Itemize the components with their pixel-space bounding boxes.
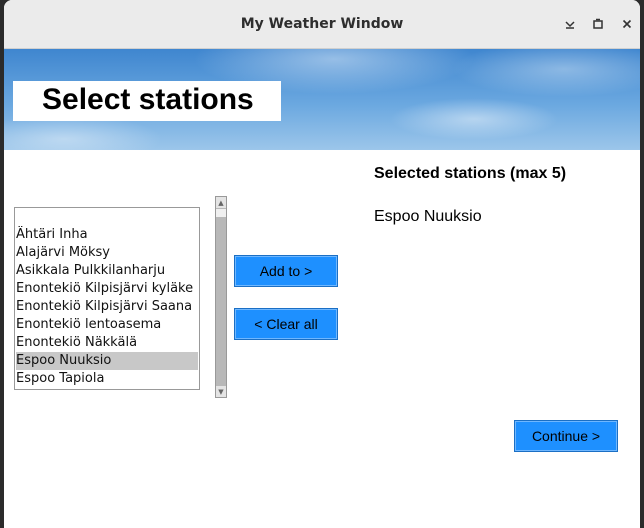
selected-station-item[interactable]: Espoo Nuuksio (374, 208, 482, 226)
selected-stations-heading: Selected stations (max 5) (374, 165, 567, 182)
scroll-up-icon[interactable]: ▲ (216, 197, 226, 208)
scroll-down-icon[interactable]: ▼ (216, 386, 226, 397)
minimize-icon[interactable] (560, 14, 580, 34)
page-title: Select stations (42, 83, 254, 116)
close-icon[interactable] (617, 14, 637, 34)
station-listbox[interactable]: Ähtäri Inha Alajärvi Möksy Asikkala Pulk… (14, 207, 200, 390)
list-item[interactable]: Alajärvi Möksy (16, 244, 198, 262)
add-to-button[interactable]: Add to > (234, 255, 338, 287)
window-title: My Weather Window (240, 16, 404, 32)
list-item[interactable]: Asikkala Pulkkilanharju (16, 262, 198, 280)
list-item[interactable]: Enontekiö Näkkälä (16, 334, 198, 352)
list-item-selected[interactable]: Espoo Nuuksio (16, 352, 198, 370)
banner-title-box: Select stations (13, 81, 281, 121)
station-list-scrollbar[interactable]: ▲ ▼ (215, 196, 227, 398)
clear-all-button[interactable]: < Clear all (234, 308, 338, 340)
list-item[interactable]: Enontekiö Kilpisjärvi Saana (16, 298, 198, 316)
app-window: My Weather Window Select stations Ähtäri… (4, 0, 640, 528)
header-banner: Select stations (4, 49, 640, 150)
list-item[interactable]: Enontekiö Kilpisjärvi kyläke (16, 280, 198, 298)
list-item[interactable]: Espoo Tapiola (16, 370, 198, 388)
scrollbar-thumb[interactable] (216, 209, 226, 217)
title-bar: My Weather Window (4, 0, 640, 49)
maximize-icon[interactable] (588, 14, 608, 34)
list-item[interactable]: Enontekiö lentoasema (16, 316, 198, 334)
continue-button[interactable]: Continue > (514, 420, 618, 452)
list-item[interactable]: Ähtäri Inha (16, 226, 198, 244)
